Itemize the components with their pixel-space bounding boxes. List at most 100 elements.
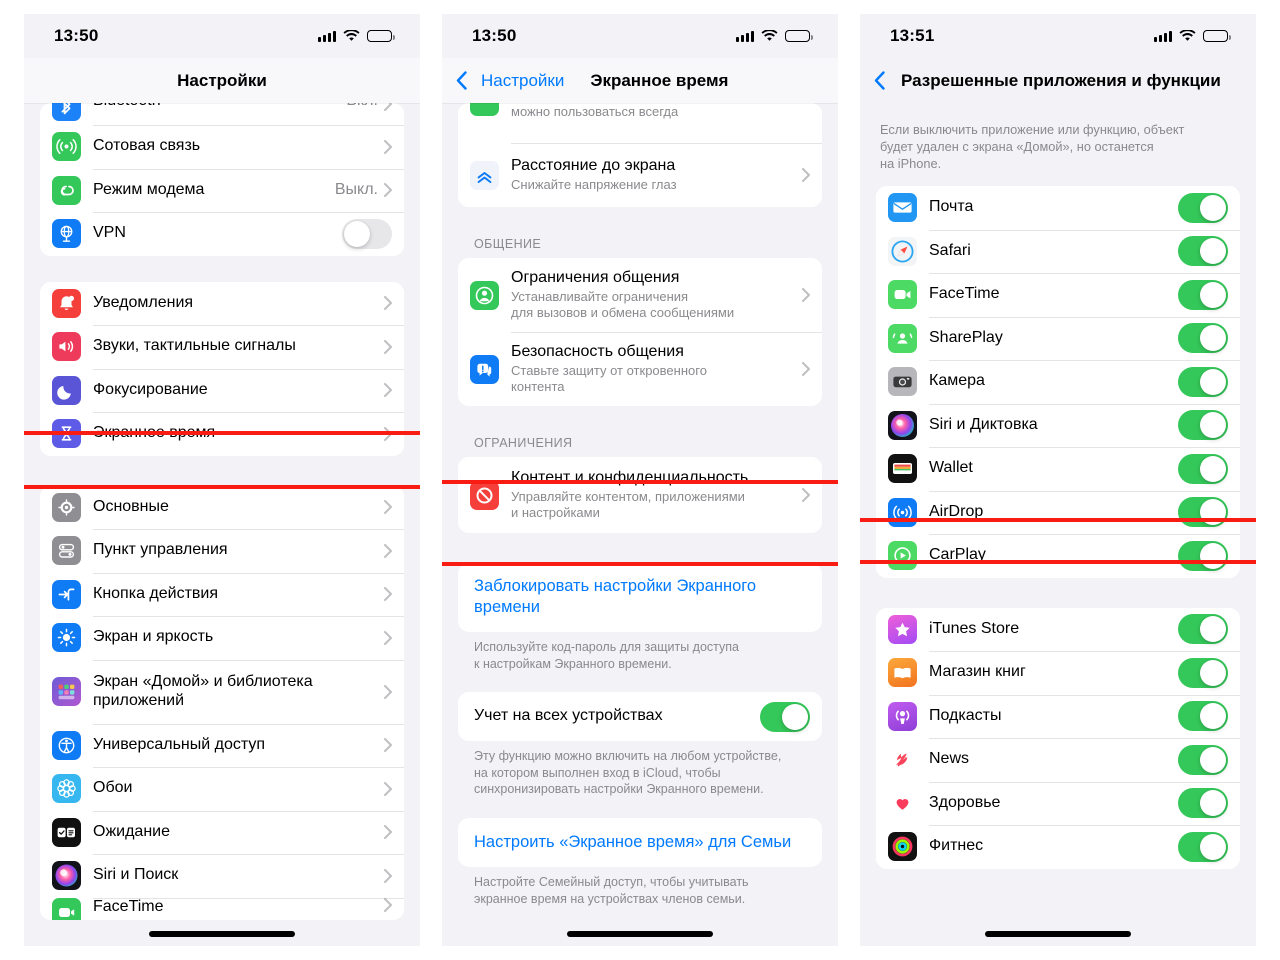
allowed-app-toggle[interactable]	[1178, 788, 1228, 819]
allowed-app-toggle[interactable]	[1178, 453, 1228, 484]
status-bar: 13:51	[860, 14, 1256, 58]
content-privacy-row[interactable]: Контент и конфиденциальность Управляйте …	[458, 457, 822, 533]
share-across-devices-group: Учет на всех устройствах	[458, 692, 822, 742]
sidebar-item-label: Экран и яркость	[93, 628, 214, 646]
allowed-app-row[interactable]: Фитнес	[876, 825, 1240, 869]
allowed-app-toggle[interactable]	[1178, 831, 1228, 862]
sidebar-item-sounds[interactable]: Звуки, тактильные сигналы	[40, 325, 404, 369]
share-across-devices-toggle[interactable]	[760, 701, 810, 732]
chevron-right-icon	[384, 426, 392, 441]
mail-icon	[888, 193, 917, 223]
downtime-row-partial[interactable]: Выбирайте приложения, которыми можно пол…	[458, 103, 822, 143]
allowed-app-row[interactable]: iTunes Store	[876, 607, 1240, 652]
sidebar-item-general[interactable]: Основные	[40, 485, 404, 529]
home-indicator	[567, 931, 713, 937]
nav-back-button[interactable]: Разрешенные приложения и функции	[874, 71, 1221, 91]
allowed-app-row[interactable]: News	[876, 738, 1240, 782]
allowed-app-toggle[interactable]	[1178, 323, 1228, 354]
nav-back-button[interactable]: Настройки Экранное время	[456, 71, 728, 91]
share-across-devices-row[interactable]: Учет на всех устройствах	[458, 692, 822, 742]
health-icon	[888, 788, 917, 818]
sidebar-item-focus[interactable]: Фокусирование	[40, 368, 404, 412]
allowed-app-toggle[interactable]	[1178, 279, 1228, 310]
sidebar-item-hotspot[interactable]: Режим модема Выкл.	[40, 168, 404, 212]
sidebar-item-home-screen[interactable]: Экран «Домой» и библиотека приложений	[40, 659, 404, 724]
battery-icon	[1203, 30, 1231, 42]
sidebar-item-action-button[interactable]: Кнопка действия	[40, 572, 404, 616]
sidebar-item-siri-search[interactable]: Siri и Поиск	[40, 854, 404, 898]
siri-icon	[888, 410, 917, 440]
allowed-app-row[interactable]: Siri и Диктовка	[876, 403, 1240, 448]
sidebar-item-label: Siri и Поиск	[93, 866, 179, 884]
allowed-app-row[interactable]: Wallet	[876, 447, 1240, 491]
allowed-app-row[interactable]: Камера	[876, 360, 1240, 404]
chevron-right-icon	[384, 630, 392, 645]
sidebar-item-label: VPN	[93, 224, 126, 242]
chevron-right-icon	[384, 825, 392, 840]
chevron-right-icon	[384, 500, 392, 515]
sidebar-item-display-brightness[interactable]: Экран и яркость	[40, 616, 404, 660]
sidebar-item-accessibility[interactable]: Универсальный доступ	[40, 723, 404, 767]
sidebar-item-cellular[interactable]: Сотовая связь	[40, 125, 404, 169]
allowed-app-toggle[interactable]	[1178, 366, 1228, 397]
allowed-app-row-airdrop[interactable]: AirDrop	[876, 490, 1240, 535]
settings-group-system: Основные Пункт управления Кнопка действи…	[40, 485, 404, 920]
sidebar-item-wallpaper[interactable]: Обои	[40, 767, 404, 811]
screen-distance-row[interactable]: Расстояние до экрана Снижайте напряжение…	[458, 143, 822, 207]
allowed-app-label: SharePlay	[929, 328, 1003, 346]
allowed-app-row[interactable]: CarPlay	[876, 534, 1240, 578]
allowed-app-label: Камера	[929, 372, 985, 390]
allowed-app-row[interactable]: Магазин книг	[876, 651, 1240, 695]
allowed-app-toggle[interactable]	[1178, 657, 1228, 688]
wifi-icon	[761, 30, 778, 42]
sidebar-item-bluetooth[interactable]: Bluetooth Вкл.	[40, 103, 404, 125]
allowed-app-toggle[interactable]	[1178, 614, 1228, 645]
sidebar-item-vpn[interactable]: VPN	[40, 212, 404, 256]
sidebar-item-notifications[interactable]: Уведомления	[40, 281, 404, 325]
allowed-app-toggle[interactable]	[1178, 192, 1228, 223]
status-time: 13:51	[890, 26, 935, 45]
status-icons	[1154, 30, 1231, 42]
allowed-app-toggle[interactable]	[1178, 744, 1228, 775]
sidebar-item-screen-time[interactable]: Экранное время	[40, 412, 404, 456]
nav-back-label: Настройки	[481, 70, 565, 90]
sidebar-item-label: Обои	[93, 779, 133, 797]
facetime-icon	[52, 897, 81, 920]
sidebar-item-label: Пункт управления	[93, 541, 228, 559]
allowed-app-toggle[interactable]	[1178, 701, 1228, 732]
control-center-icon	[52, 536, 81, 566]
allowed-app-toggle[interactable]	[1178, 236, 1228, 267]
allowed-app-row[interactable]: Здоровье	[876, 781, 1240, 826]
sidebar-item-facetime[interactable]: FaceTime	[40, 897, 404, 920]
sidebar-item-control-center[interactable]: Пункт управления	[40, 529, 404, 573]
communication-limits-row[interactable]: Ограничения общения Устанавливайте огран…	[458, 258, 822, 332]
general-gear-icon	[52, 492, 81, 522]
itunes-store-icon	[888, 614, 917, 644]
chevron-right-icon	[384, 339, 392, 354]
status-icons	[318, 30, 395, 42]
screen-time-scroll-list[interactable]: Выбирайте приложения, которыми можно пол…	[442, 103, 838, 946]
sidebar-item-standby[interactable]: Ожидание	[40, 810, 404, 854]
sidebar-item-label: Экран «Домой» и библиотека приложений	[93, 672, 313, 709]
chevron-right-icon	[802, 362, 810, 376]
settings-scroll-list[interactable]: Bluetooth Вкл. Сотовая связь	[24, 103, 420, 946]
allowed-app-row[interactable]: SharePlay	[876, 316, 1240, 361]
home-screen-icon	[52, 677, 81, 706]
allowed-app-row[interactable]: Почта	[876, 186, 1240, 230]
lock-screen-time-settings-button[interactable]: Заблокировать настройки Экранного времен…	[458, 563, 822, 632]
communication-safety-row[interactable]: Безопасность общения Ставьте защиту от о…	[458, 332, 822, 406]
allowed-app-row[interactable]: Подкасты	[876, 694, 1240, 739]
allowed-apps-scroll-list[interactable]: Если выключить приложение или функцию, о…	[860, 103, 1256, 946]
lock-footnote: Используйте код-пароль для защиты доступ…	[474, 639, 739, 671]
allowed-app-toggle[interactable]	[1178, 540, 1228, 571]
allowed-app-row[interactable]: FaceTime	[876, 273, 1240, 317]
allowed-app-toggle[interactable]	[1178, 410, 1228, 441]
airdrop-toggle[interactable]	[1178, 497, 1228, 528]
news-icon	[888, 745, 917, 775]
vpn-toggle[interactable]	[342, 218, 392, 249]
settings-group-alerts: Уведомления Звуки, тактильные сигналы Фо…	[40, 281, 404, 456]
allowed-app-row[interactable]: Safari	[876, 229, 1240, 274]
setup-family-screen-time-button[interactable]: Настроить «Экранное время» для Семьи	[458, 818, 822, 868]
downtime-sub-label: можно пользоваться всегда	[511, 104, 679, 120]
communication-limits-icon	[470, 280, 499, 310]
